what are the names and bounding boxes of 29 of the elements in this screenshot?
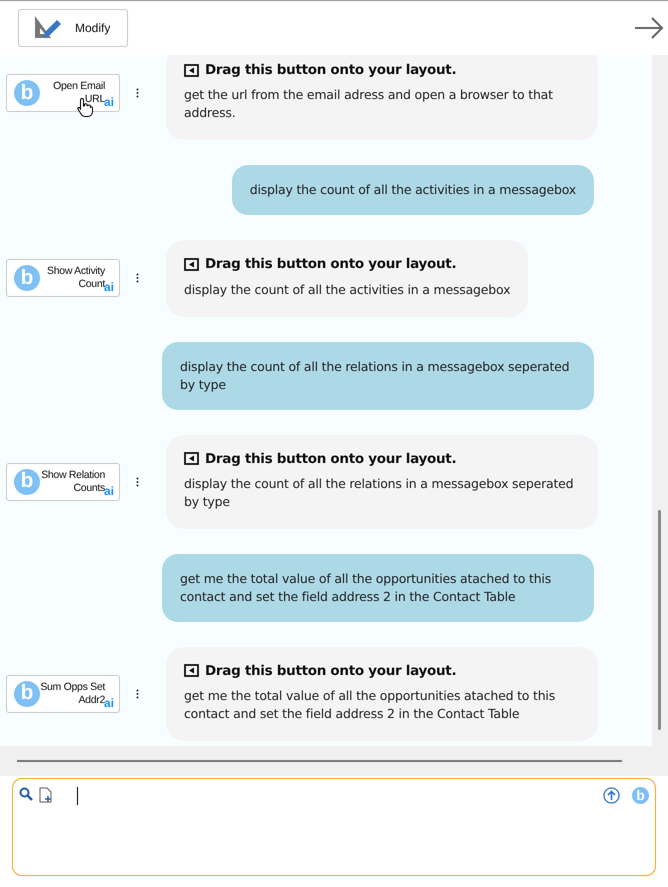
more-icon[interactable] [136,476,139,487]
search-icon[interactable] [19,787,33,801]
more-icon[interactable] [136,88,139,98]
ai-label: ai [104,96,114,108]
logo-badge: b [14,265,40,292]
message-text: display the count of all the relations in a messagebox seperated by type [184,474,574,511]
logo-badge: b [14,80,40,106]
logo-badge: b [14,680,40,707]
more-icon[interactable] [136,688,139,699]
scrollbar[interactable] [652,55,668,746]
logo-badge: b [14,468,40,495]
upload-icon[interactable] [603,787,620,804]
message-text: get me the total value of all the opportunities atached to this contact and set the field address 2 in the Contact Table [184,687,556,723]
message-text: get me the total value of all the opportunities atached to this contact and set the field address 2 in the Contact Table [180,570,552,606]
drag-hint: Drag this button onto your layout. [205,450,456,468]
modify-button[interactable]: Modify [18,9,128,47]
drag-hint: Drag this button onto your layout. [205,662,456,681]
logo-badge: b [632,787,649,804]
message-text: display the count of all the activities in a messagebox [184,280,510,298]
drag-hint: Drag this button onto your layout. [205,255,456,274]
message-text: display the count of all the relations in a messagebox seperated by type [180,358,570,394]
add-file-icon[interactable] [39,787,53,803]
drag-hint: Drag this button onto your layout. [205,61,456,80]
message-text: get the url from the email adress and open a browser to that address. [184,86,554,122]
ai-label: ai [104,696,114,709]
ai-label: ai [104,484,114,497]
message-text: display the count of all the activities in a messagebox [250,181,576,200]
more-icon[interactable] [136,273,139,284]
arrow-right-icon[interactable] [634,16,664,40]
